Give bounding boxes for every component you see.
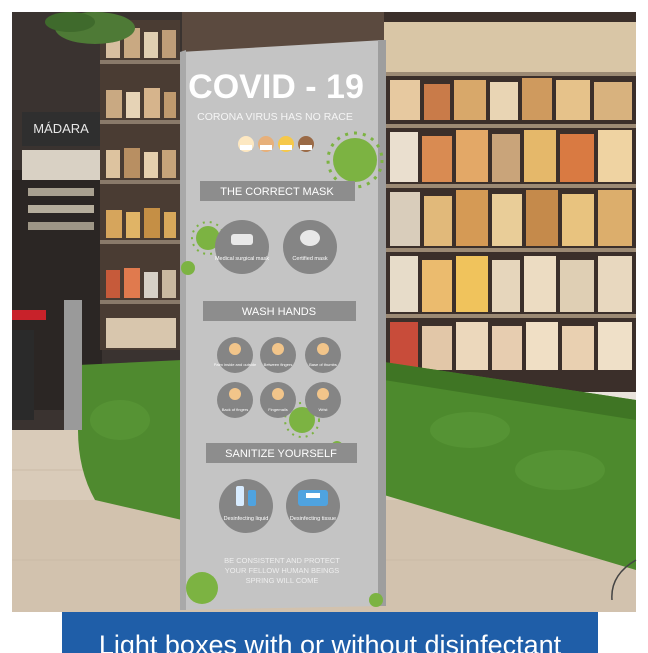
left-shelves	[100, 20, 180, 350]
hand-icon	[272, 388, 284, 400]
poster-title: COVID - 19	[188, 68, 364, 106]
sanitize-item-label: Desinfecting tissue	[290, 516, 336, 522]
caption-banner: Light boxes with or without disinfectant	[62, 612, 598, 653]
poster-footer-line: BE CONSISTENT AND PROTECT	[224, 556, 340, 565]
mask-item-label: Certified mask	[292, 256, 327, 262]
light-box-poster: COVID - 19 CORONA VIRUS HAS NO RACE THE …	[180, 40, 386, 610]
hand-icon	[229, 343, 241, 355]
wash-item-label: Base of thumbs	[309, 362, 337, 367]
mask-item-circle	[215, 220, 269, 274]
wash-item-label: Fingernails	[268, 407, 288, 412]
virus-icon	[186, 572, 218, 604]
virus-icon	[181, 261, 195, 275]
poster-subtitle: CORONA VIRUS HAS NO RACE	[197, 111, 353, 123]
wash-item-label: Between fingers	[264, 362, 293, 367]
sanitize-item-label: Desinfecting liquid	[224, 516, 269, 522]
sanitize-item-circle	[219, 479, 273, 533]
section-sanitize-label: SANITIZE YOURSELF	[225, 448, 337, 460]
sanitizer-bottle-icon	[236, 486, 244, 506]
wash-item-label: Back of fingers	[222, 407, 248, 412]
hand-icon	[317, 343, 329, 355]
hand-icon	[317, 388, 329, 400]
hand-icon	[229, 388, 241, 400]
photo-scene: MÁDARA COVID - 19 CORONA VIRUS HAS NO RA…	[0, 0, 648, 653]
madara-sign-text: MÁDARA	[33, 121, 89, 136]
caption-text: Light boxes with or without disinfectant	[98, 630, 562, 653]
green-hedge-left	[78, 360, 182, 520]
poster-footer-line: SPRING WILL COME	[246, 576, 319, 585]
virus-icon	[369, 593, 383, 607]
virus-icon	[333, 138, 377, 182]
mask-item-label: Medical surgical mask	[215, 256, 269, 262]
wash-item-label: Wrist	[318, 407, 328, 412]
section-mask-label: THE CORRECT MASK	[220, 186, 334, 198]
hand-icon	[272, 343, 284, 355]
wash-item-label: Palm inside and outside	[214, 362, 257, 367]
poster-footer-line: YOUR FELLOW HUMAN BEINGS	[225, 566, 340, 575]
mask-item-circle	[283, 220, 337, 274]
section-wash-label: WASH HANDS	[242, 306, 316, 318]
